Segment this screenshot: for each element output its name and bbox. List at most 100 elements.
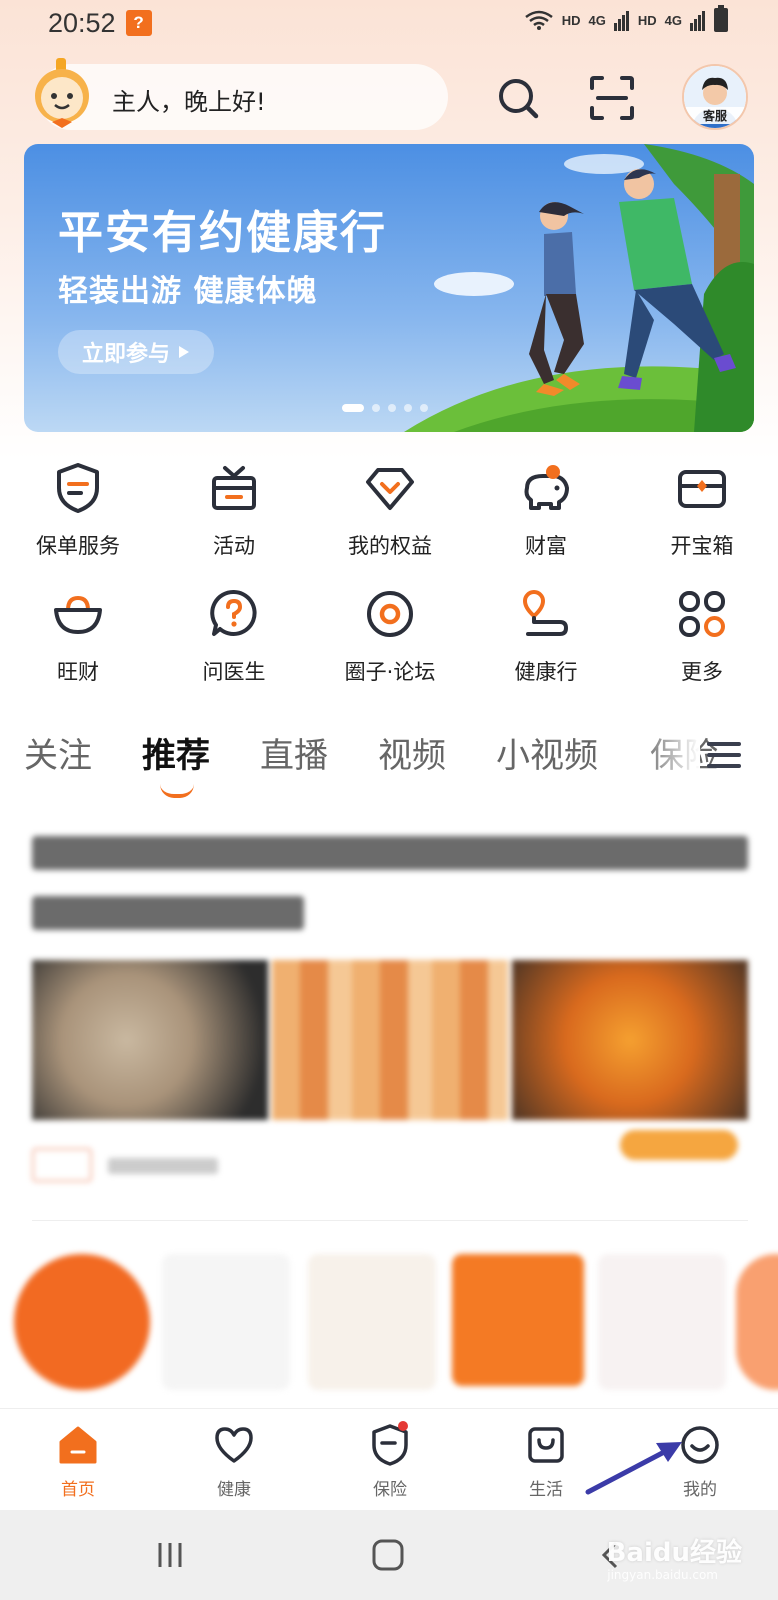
nav-home[interactable]: 首页	[0, 1421, 156, 1500]
customer-service-avatar[interactable]: 客服	[682, 64, 748, 130]
grid-label: 问医生	[202, 660, 266, 684]
watermark-url: jingyan.baidu.com	[607, 1568, 718, 1582]
grid-item-policy-service[interactable]: 保单服务	[0, 460, 156, 570]
feed-article-title-blurred[interactable]	[32, 836, 748, 936]
policy-shield-icon	[50, 460, 106, 516]
feed-image	[32, 960, 268, 1120]
banner-dot-active[interactable]	[342, 404, 364, 412]
nav-label: 首页	[61, 1480, 95, 1500]
status-time: 20:52	[48, 7, 116, 38]
network-4g-label-2: 4G	[664, 12, 682, 28]
customer-service-label: 客服	[684, 107, 746, 124]
grid-label: 财富	[525, 534, 567, 558]
nav-insurance[interactable]: 保险	[312, 1421, 468, 1500]
network-hd-label-2: HD	[637, 12, 657, 28]
shield-icon	[366, 1421, 414, 1469]
greeting-text: 主人，晚上好!	[112, 88, 266, 116]
feed-article-images-blurred[interactable]	[32, 960, 748, 1120]
grid-item-activity[interactable]: 活动	[156, 460, 312, 570]
grid-item-wangcai[interactable]: 旺财	[0, 586, 156, 696]
grid-item-my-benefits[interactable]: 我的权益	[312, 460, 468, 570]
promo-banner[interactable]: 平安有约健康行 轻装出游 健康体魄 立即参与	[24, 144, 754, 432]
banner-join-label: 立即参与	[81, 342, 170, 367]
watermark-text: Baidu经验	[606, 1538, 742, 1568]
tab-short-video[interactable]: 小视频	[496, 728, 598, 777]
more-grid-icon	[674, 586, 730, 642]
grid-label: 开宝箱	[670, 534, 734, 558]
gift-box-icon	[206, 460, 262, 516]
promo-circle-card[interactable]	[14, 1254, 150, 1390]
grid-label: 圈子·论坛	[344, 660, 436, 684]
shopping-bag-icon	[522, 1421, 570, 1469]
blurred-text-line	[32, 836, 748, 870]
grid-label: 活动	[213, 534, 255, 558]
nav-mine[interactable]: 我的	[622, 1421, 778, 1500]
promo-card[interactable]	[598, 1254, 726, 1390]
scan-button[interactable]	[584, 70, 640, 126]
banner-dot[interactable]	[388, 404, 396, 412]
status-indicators: HD 4G HD 4G	[524, 5, 728, 32]
banner-dot[interactable]	[404, 404, 412, 412]
nav-life[interactable]: 生活	[468, 1421, 624, 1500]
wifi-icon	[524, 10, 553, 30]
tab-recommend[interactable]: 推荐	[142, 728, 210, 777]
network-4g-label-1: 4G	[588, 12, 606, 28]
recent-apps-icon	[158, 1543, 182, 1567]
feed-tabs: 关注 推荐 直播 视频 小视频 保险	[0, 728, 778, 804]
play-triangle-icon	[179, 346, 189, 358]
tab-video[interactable]: 视频	[378, 728, 446, 777]
promo-row-blurred	[0, 1246, 778, 1396]
banner-dot[interactable]	[372, 404, 380, 412]
meta-text	[108, 1158, 218, 1174]
nav-label: 我的	[683, 1480, 717, 1500]
notification-badge: ?	[125, 10, 152, 36]
search-button[interactable]	[490, 70, 546, 126]
blurred-text-line	[32, 896, 305, 930]
grid-item-ask-doctor[interactable]: 问医生	[156, 586, 312, 696]
hamburger-menu-icon[interactable]	[706, 740, 742, 770]
banner-dot[interactable]	[420, 404, 428, 412]
grid-item-treasure-chest[interactable]: 开宝箱	[624, 460, 778, 570]
home-system-button[interactable]	[358, 1532, 418, 1578]
treasure-chest-icon	[674, 460, 730, 516]
grid-item-wealth[interactable]: 财富	[468, 460, 624, 570]
grid-item-more[interactable]: 更多	[624, 586, 778, 696]
promo-card[interactable]	[162, 1254, 290, 1390]
promo-card-orange[interactable]	[452, 1254, 584, 1386]
network-hd-label-1: HD	[561, 12, 581, 28]
signal-icon	[613, 11, 629, 31]
nav-health[interactable]: 健康	[156, 1421, 312, 1500]
nav-label: 健康	[217, 1480, 251, 1500]
mascot-avatar-icon[interactable]	[30, 58, 94, 130]
bottom-navigation: 首页 健康 保险 生活 我的	[0, 1408, 778, 1510]
promo-card[interactable]	[308, 1254, 436, 1390]
tabs-fade-overlay	[640, 728, 700, 784]
promo-edge-card[interactable]	[736, 1254, 778, 1390]
nav-label: 保险	[373, 1480, 407, 1500]
circle-target-icon	[362, 586, 418, 642]
tab-follow[interactable]: 关注	[24, 728, 92, 777]
grid-label: 我的权益	[348, 534, 432, 558]
floating-pill[interactable]	[620, 1130, 738, 1160]
recent-apps-button[interactable]	[140, 1532, 200, 1578]
route-icon	[518, 586, 574, 642]
feed-image	[272, 960, 508, 1120]
battery-icon	[714, 5, 728, 32]
nav-label: 生活	[529, 1480, 563, 1500]
grid-label: 旺财	[57, 660, 99, 684]
banner-title: 平安有约健康行	[58, 206, 388, 259]
grid-label: 更多	[681, 660, 723, 684]
tab-live[interactable]: 直播	[260, 728, 328, 777]
gold-ingot-icon	[50, 586, 106, 642]
home-icon	[54, 1421, 102, 1469]
signal-icon-2	[690, 11, 705, 31]
search-icon	[499, 79, 539, 119]
scan-icon	[590, 76, 634, 120]
grid-item-circle-forum[interactable]: 圈子·论坛	[312, 586, 468, 696]
diamond-icon	[362, 460, 418, 516]
piggy-bank-icon	[518, 460, 574, 516]
banner-pagination	[342, 404, 428, 412]
grid-item-health-walk[interactable]: 健康行	[468, 586, 624, 696]
banner-join-button[interactable]: 立即参与	[58, 330, 214, 374]
heart-icon	[210, 1421, 258, 1469]
